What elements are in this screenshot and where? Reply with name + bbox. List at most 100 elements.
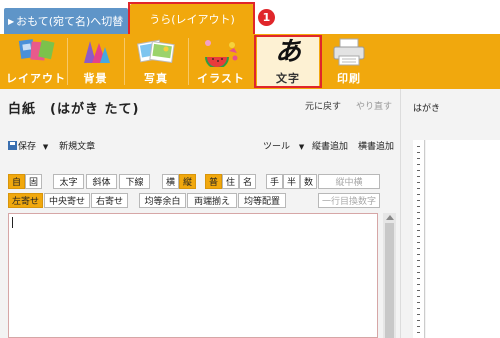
scroll-thumb[interactable] — [385, 223, 394, 338]
ruler-tick — [417, 188, 420, 189]
ruler-tick — [417, 224, 420, 225]
ruler-tick — [417, 194, 420, 195]
ruler-tick — [417, 164, 420, 165]
toolbar-photo-button[interactable]: 写真 — [125, 36, 187, 87]
align-left-button[interactable]: 左寄せ — [8, 193, 43, 208]
first-line-kanji-numeral-button[interactable]: 一行目換数字 — [318, 193, 380, 208]
toolbar-print-button[interactable]: 印刷 — [320, 36, 378, 87]
bold-button[interactable]: 太字 — [53, 174, 84, 189]
play-arrow-icon: ▶ — [8, 16, 15, 26]
top-tab-bar: ▶ おもて(宛て名)へ切替 うら(レイアウト) 1 — [0, 0, 500, 36]
ruler-tick — [417, 326, 420, 327]
toolbar-layout-label: レイアウト — [6, 72, 66, 85]
highlight-text-button — [254, 35, 322, 88]
ruler-tick — [417, 158, 420, 159]
format-fixed-button[interactable]: 固 — [25, 174, 42, 189]
vertical-writing-button[interactable]: 縦 — [179, 174, 196, 189]
tate-chu-yoko-button[interactable]: 縦中横 — [318, 174, 380, 189]
horizontal-writing-button[interactable]: 横 — [162, 174, 179, 189]
distribute-button[interactable]: 均等配置 — [238, 193, 286, 208]
ruler-tick — [417, 266, 420, 267]
ruler-tick — [417, 314, 420, 315]
ruler-tick — [417, 206, 420, 207]
ruler-tick — [417, 332, 420, 333]
ruler-tick — [417, 272, 420, 273]
number-button[interactable]: 数 — [300, 174, 317, 189]
handwriting-button[interactable]: 手 — [266, 174, 283, 189]
save-label: 保存 — [18, 142, 37, 152]
save-button[interactable]: 保存 — [8, 141, 39, 152]
align-right-button[interactable]: 右寄せ — [91, 193, 128, 208]
ruler-tick — [417, 212, 420, 213]
preview-label: はがき — [413, 104, 441, 114]
layout-icon — [14, 37, 58, 67]
undo-button[interactable]: 元に戻す — [305, 99, 341, 112]
background-icon — [74, 37, 118, 67]
front-switch-label: おもて(宛て名)へ切替 — [16, 15, 124, 28]
vertical-ruler — [413, 140, 425, 338]
scroll-up-arrow-icon[interactable] — [386, 215, 394, 220]
justify-button[interactable]: 両端揃え — [187, 193, 237, 208]
toolbar-illustration-button[interactable]: イラスト — [189, 36, 253, 87]
equal-margin-button[interactable]: 均等余白 — [139, 193, 186, 208]
ruler-tick — [417, 242, 420, 243]
ruler-tick — [417, 248, 420, 249]
italic-button[interactable]: 斜体 — [86, 174, 117, 189]
ruler-tick — [417, 302, 420, 303]
main-toolbar: レイアウト 背景 写真 イラスト あ 文字 印刷 — [0, 34, 500, 89]
ruler-tick — [417, 152, 420, 153]
toolbar-illustration-label: イラスト — [197, 72, 245, 85]
dropdown-arrow-icon: ▼ — [298, 143, 305, 151]
text-cursor — [12, 217, 13, 228]
normal-mode-button[interactable]: 普 — [205, 174, 222, 189]
ruler-tick — [417, 320, 420, 321]
ruler-tick — [417, 236, 420, 237]
format-free-button[interactable]: 自 — [8, 174, 25, 189]
toolbar-background-label: 背景 — [83, 72, 108, 85]
highlight-back-tab — [128, 2, 255, 36]
save-disk-icon — [8, 141, 17, 150]
postcard-canvas[interactable] — [426, 140, 500, 338]
ruler-tick — [417, 284, 420, 285]
add-vertical-button[interactable]: 縦書追加 — [312, 139, 348, 152]
add-horizontal-button[interactable]: 横書追加 — [358, 139, 394, 152]
ruler-tick — [417, 308, 420, 309]
toolbar-background-button[interactable]: 背景 — [68, 36, 123, 87]
ruler-tick — [417, 200, 420, 201]
new-text-button[interactable]: 新規文章 — [59, 142, 95, 152]
address-mode-button[interactable]: 住 — [222, 174, 239, 189]
ruler-tick — [417, 170, 420, 171]
tool-menu[interactable]: ツール ▼ — [263, 139, 304, 152]
toolbar-print-label: 印刷 — [337, 72, 361, 85]
underline-button[interactable]: 下線 — [119, 174, 150, 189]
name-mode-button[interactable]: 名 — [239, 174, 256, 189]
ruler-tick — [417, 278, 420, 279]
illustration-icon — [199, 37, 243, 69]
redo-button[interactable]: やり直す — [356, 99, 392, 112]
ruler-tick — [417, 182, 420, 183]
page-title: 白紙 (はがき たて) — [8, 102, 140, 117]
dropdown-arrow-icon[interactable]: ▼ — [43, 143, 48, 151]
ruler-tick — [417, 254, 420, 255]
printer-icon — [327, 37, 371, 67]
callout-badge-1: 1 — [258, 9, 275, 26]
front-switch-tab[interactable]: ▶ おもて(宛て名)へ切替 — [4, 8, 128, 34]
align-center-button[interactable]: 中央寄せ — [44, 193, 90, 208]
toolbar-photo-label: 写真 — [144, 72, 168, 85]
ruler-tick — [417, 176, 420, 177]
ruler-tick — [417, 290, 420, 291]
tool-menu-label: ツール — [263, 142, 291, 152]
ruler-tick — [417, 218, 420, 219]
text-input-area[interactable] — [8, 213, 378, 338]
toolbar-layout-button[interactable]: レイアウト — [6, 36, 66, 87]
ruler-tick — [417, 296, 420, 297]
text-editor-panel: 白紙 (はがき たて) 元に戻す やり直す 保存 ▼ 新規文章 ツール ▼ 縦書… — [0, 89, 400, 338]
text-scrollbar[interactable] — [383, 213, 396, 338]
file-ops-row: 保存 ▼ 新規文章 — [8, 139, 95, 152]
ruler-tick — [417, 146, 420, 147]
postcard-preview-panel: はがき — [400, 89, 500, 338]
ruler-tick — [417, 230, 420, 231]
ruler-tick — [417, 260, 420, 261]
half-width-button[interactable]: 半 — [283, 174, 300, 189]
photo-icon — [134, 37, 178, 67]
